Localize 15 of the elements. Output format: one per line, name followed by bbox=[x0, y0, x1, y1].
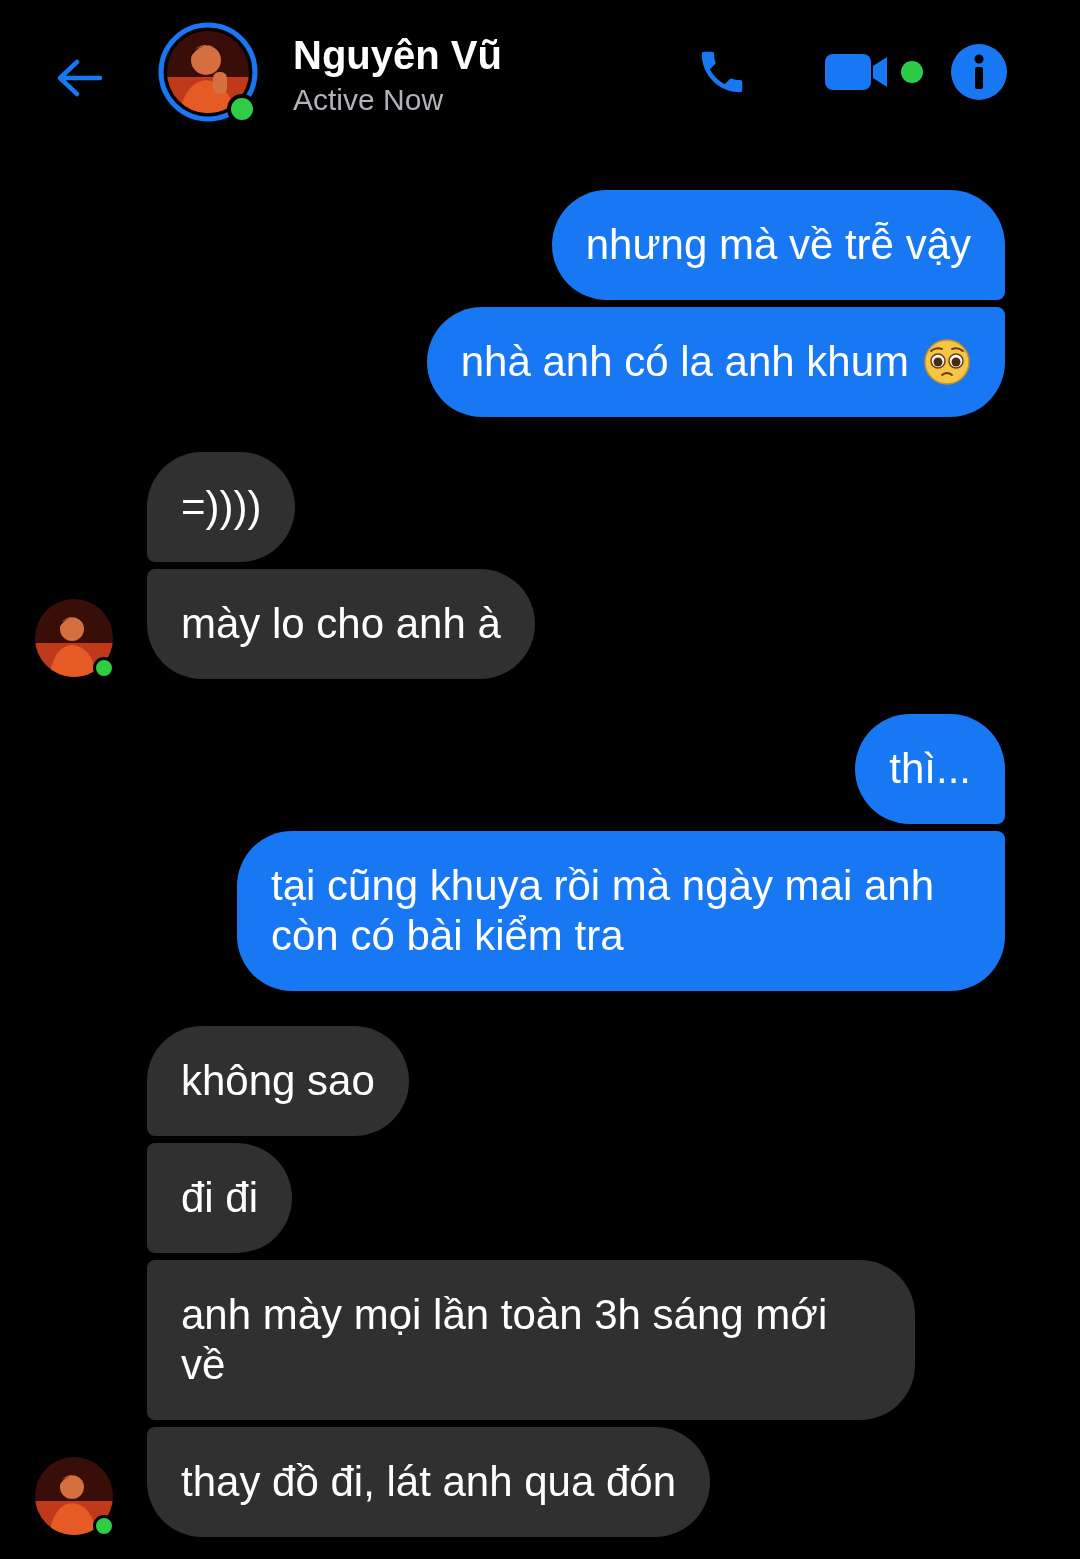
contact-name: Nguyên Vũ bbox=[293, 32, 502, 79]
back-icon[interactable] bbox=[55, 58, 103, 98]
received-message-bubble: anh mày mọi lần toàn 3h sáng mới về bbox=[147, 1260, 915, 1420]
received-message-bubble: không sao bbox=[147, 1026, 409, 1136]
sent-message-bubble: tại cũng khuya rồi mà ngày mai anh còn có bài kiểm tra bbox=[237, 831, 1005, 991]
video-camera-icon[interactable] bbox=[825, 52, 889, 92]
info-icon[interactable] bbox=[951, 44, 1007, 100]
sent-message-bubble: nhưng mà về trễ vậy bbox=[551, 190, 1005, 300]
sent-message-bubble: thì... bbox=[855, 714, 1005, 824]
received-message-bubble: mày lo cho anh à bbox=[147, 569, 535, 679]
sent-message-bubble: nhà anh có la anh khum bbox=[426, 307, 1005, 417]
received-message-bubble: đi đi bbox=[147, 1143, 293, 1253]
received-message-bubble: thay đồ đi, lát anh qua đón bbox=[147, 1427, 711, 1537]
received-message-bubble: =)))) bbox=[147, 452, 296, 562]
active-status: Active Now bbox=[293, 82, 445, 118]
